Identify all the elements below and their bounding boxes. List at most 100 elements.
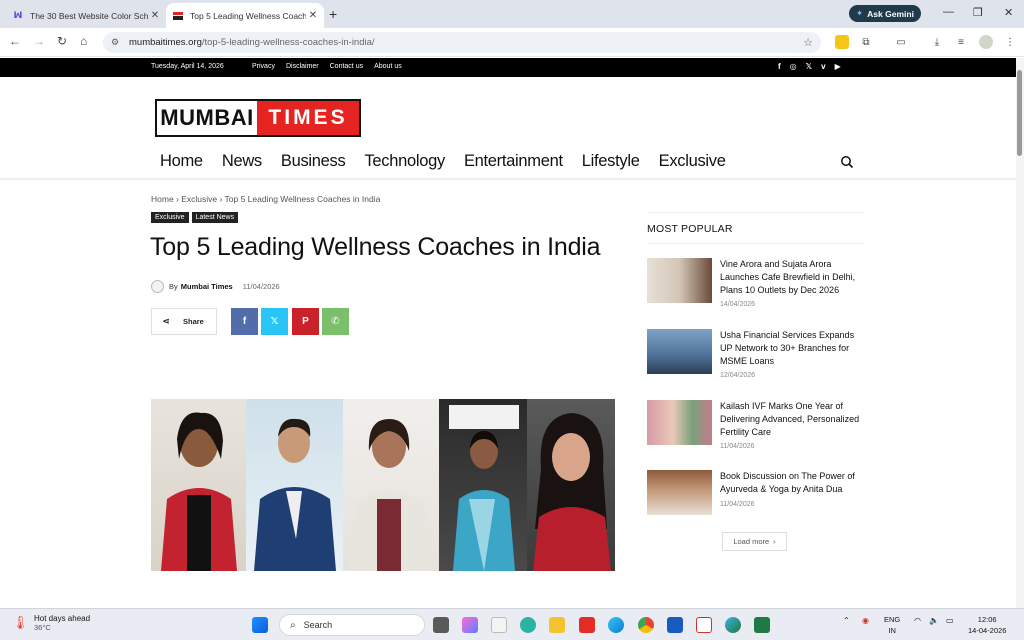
pinterest-icon: P — [302, 316, 309, 327]
search-icon[interactable] — [840, 155, 854, 169]
nav-business[interactable]: Business — [281, 152, 346, 171]
nav-exclusive[interactable]: Exclusive — [659, 152, 726, 171]
coach-portrait-4 — [439, 399, 527, 571]
facebook-icon[interactable]: f — [778, 62, 781, 71]
word-icon[interactable] — [667, 617, 683, 633]
site-logo[interactable]: MUMBAI TIMES — [155, 99, 361, 137]
nav-entertainment[interactable]: Entertainment — [464, 152, 563, 171]
popular-item[interactable]: Book Discussion on The Power of Ayurveda… — [647, 470, 863, 515]
back-arrow-icon[interactable]: ← — [9, 34, 21, 48]
browser-tab[interactable]: ꟽ The 30 Best Website Color Scho ✕ — [6, 3, 166, 28]
browser-tab-active[interactable]: Top 5 Leading Wellness Coache ✕ — [166, 3, 324, 28]
chrome-icon[interactable] — [638, 617, 654, 633]
site-info-icon[interactable]: ⚙ — [111, 37, 123, 48]
load-more-label: Load more — [733, 537, 770, 546]
popular-item-title[interactable]: Book Discussion on The Power of Ayurveda… — [720, 470, 863, 496]
taskbar-search[interactable]: ⌕ Search — [279, 614, 425, 636]
category-tag-latest-news[interactable]: Latest News — [191, 212, 239, 223]
nav-technology[interactable]: Technology — [364, 152, 445, 171]
tab-close-icon[interactable]: ✕ — [148, 10, 162, 21]
app-icon[interactable] — [725, 617, 741, 633]
store-icon[interactable] — [491, 617, 507, 633]
minimize-icon[interactable]: — — [943, 6, 954, 18]
youtube-icon[interactable]: ▶ — [835, 62, 841, 71]
wifi-icon[interactable]: ◠ — [914, 616, 921, 625]
copilot-icon[interactable] — [462, 617, 478, 633]
media-control-icon[interactable]: ≡ — [954, 35, 968, 49]
instagram-icon[interactable]: ◎ — [790, 62, 797, 71]
about-us-link[interactable]: About us — [374, 63, 402, 70]
popular-item[interactable]: Kailash IVF Marks One Year of Delivering… — [647, 400, 863, 450]
popular-item-title[interactable]: Vine Arora and Sujata Arora Launches Caf… — [720, 258, 863, 296]
weather-widget[interactable]: 🌡 Hot days ahead 36°C — [12, 614, 90, 632]
chevron-up-icon[interactable]: ⌃ — [843, 616, 850, 625]
load-more-button[interactable]: Load more › — [722, 532, 787, 551]
task-view-icon[interactable] — [433, 617, 449, 633]
category-tag-exclusive[interactable]: Exclusive — [151, 212, 189, 223]
site-favicon-icon — [173, 11, 183, 21]
x-share-button[interactable]: 𝕏 — [261, 308, 288, 335]
battery-icon[interactable]: ▭ — [946, 616, 954, 625]
popular-item-thumbnail[interactable] — [647, 470, 712, 515]
article-hero-image — [151, 399, 615, 571]
forward-arrow-icon[interactable]: → — [33, 34, 45, 48]
nav-news[interactable]: News — [222, 152, 262, 171]
share-icon: ⋖ — [162, 316, 170, 326]
restore-icon[interactable]: ❐ — [973, 6, 983, 19]
facebook-share-button[interactable]: f — [231, 308, 258, 335]
popular-item-date: 11/04/2026 — [720, 500, 755, 508]
scrollbar-thumb[interactable] — [1017, 70, 1022, 156]
popular-item[interactable]: Usha Financial Services Expands UP Netwo… — [647, 329, 863, 379]
reload-icon[interactable]: ↻ — [57, 34, 67, 48]
tray-app-icon[interactable]: ◉ — [862, 616, 869, 625]
vimeo-icon[interactable]: v — [821, 62, 825, 71]
nav-lifestyle[interactable]: Lifestyle — [582, 152, 640, 171]
home-icon[interactable]: ⌂ — [80, 34, 87, 48]
nav-home[interactable]: Home — [160, 152, 203, 171]
popular-item-thumbnail[interactable] — [647, 400, 712, 445]
weather-temperature: 36°C — [34, 623, 51, 632]
edge-icon[interactable] — [608, 617, 624, 633]
popular-item[interactable]: Vine Arora and Sujata Arora Launches Caf… — [647, 258, 863, 308]
excel-icon[interactable] — [754, 617, 770, 633]
privacy-link[interactable]: Privacy — [252, 63, 275, 70]
youtube-app-icon[interactable] — [579, 617, 595, 633]
popular-item-thumbnail[interactable] — [647, 258, 712, 303]
cast-icon[interactable]: ▭ — [894, 35, 908, 49]
profile-avatar-icon[interactable] — [979, 35, 993, 49]
contact-us-link[interactable]: Contact us — [330, 63, 363, 70]
app-icon[interactable] — [520, 617, 536, 633]
system-clock[interactable]: 12:06 14-04-2026 — [968, 614, 1006, 636]
whatsapp-share-button[interactable]: ✆ — [322, 308, 349, 335]
address-bar[interactable]: ⚙ mumbaitimes.org/top-5-leading-wellness… — [103, 32, 821, 53]
site-top-bar: Tuesday, April 14, 2026 Privacy Disclaim… — [0, 58, 1016, 77]
popular-item-title[interactable]: Usha Financial Services Expands UP Netwo… — [720, 329, 863, 367]
extension-icon[interactable] — [835, 35, 849, 49]
most-popular-heading: MOST POPULAR — [647, 212, 863, 244]
breadcrumb[interactable]: Home › Exclusive › Top 5 Leading Wellnes… — [151, 194, 380, 204]
download-icon[interactable]: ⤓ — [930, 35, 944, 49]
disclaimer-link[interactable]: Disclaimer — [286, 63, 319, 70]
tab-close-icon[interactable]: ✕ — [306, 10, 320, 21]
pdf-icon[interactable] — [696, 617, 712, 633]
extensions-puzzle-icon[interactable]: ⧉ — [859, 35, 873, 49]
windows-start-icon[interactable] — [252, 617, 268, 633]
author-link[interactable]: Mumbai Times — [181, 282, 233, 291]
whatsapp-icon: ✆ — [331, 316, 340, 327]
ask-gemini-label: Ask Gemini — [867, 8, 914, 19]
volume-icon[interactable]: 🔈 — [929, 616, 939, 625]
share-button[interactable]: ⋖ Share — [151, 308, 217, 335]
url-host: mumbaitimes.org — [129, 37, 202, 48]
window-close-icon[interactable]: ✕ — [1004, 6, 1013, 19]
popular-item-title[interactable]: Kailash IVF Marks One Year of Delivering… — [720, 400, 863, 438]
popular-item-date: 12/04/2026 — [720, 372, 756, 380]
pinterest-share-button[interactable]: P — [292, 308, 319, 335]
ask-gemini-button[interactable]: ✦ Ask Gemini — [849, 5, 921, 22]
bookmark-star-icon[interactable]: ☆ — [803, 36, 813, 49]
x-icon[interactable]: 𝕏 — [806, 62, 812, 71]
new-tab-icon[interactable]: + — [329, 6, 337, 22]
menu-kebab-icon[interactable]: ⋮ — [1003, 35, 1017, 49]
popular-item-thumbnail[interactable] — [647, 329, 712, 374]
file-explorer-icon[interactable] — [549, 617, 565, 633]
language-indicator[interactable]: ENG IN — [884, 614, 900, 636]
